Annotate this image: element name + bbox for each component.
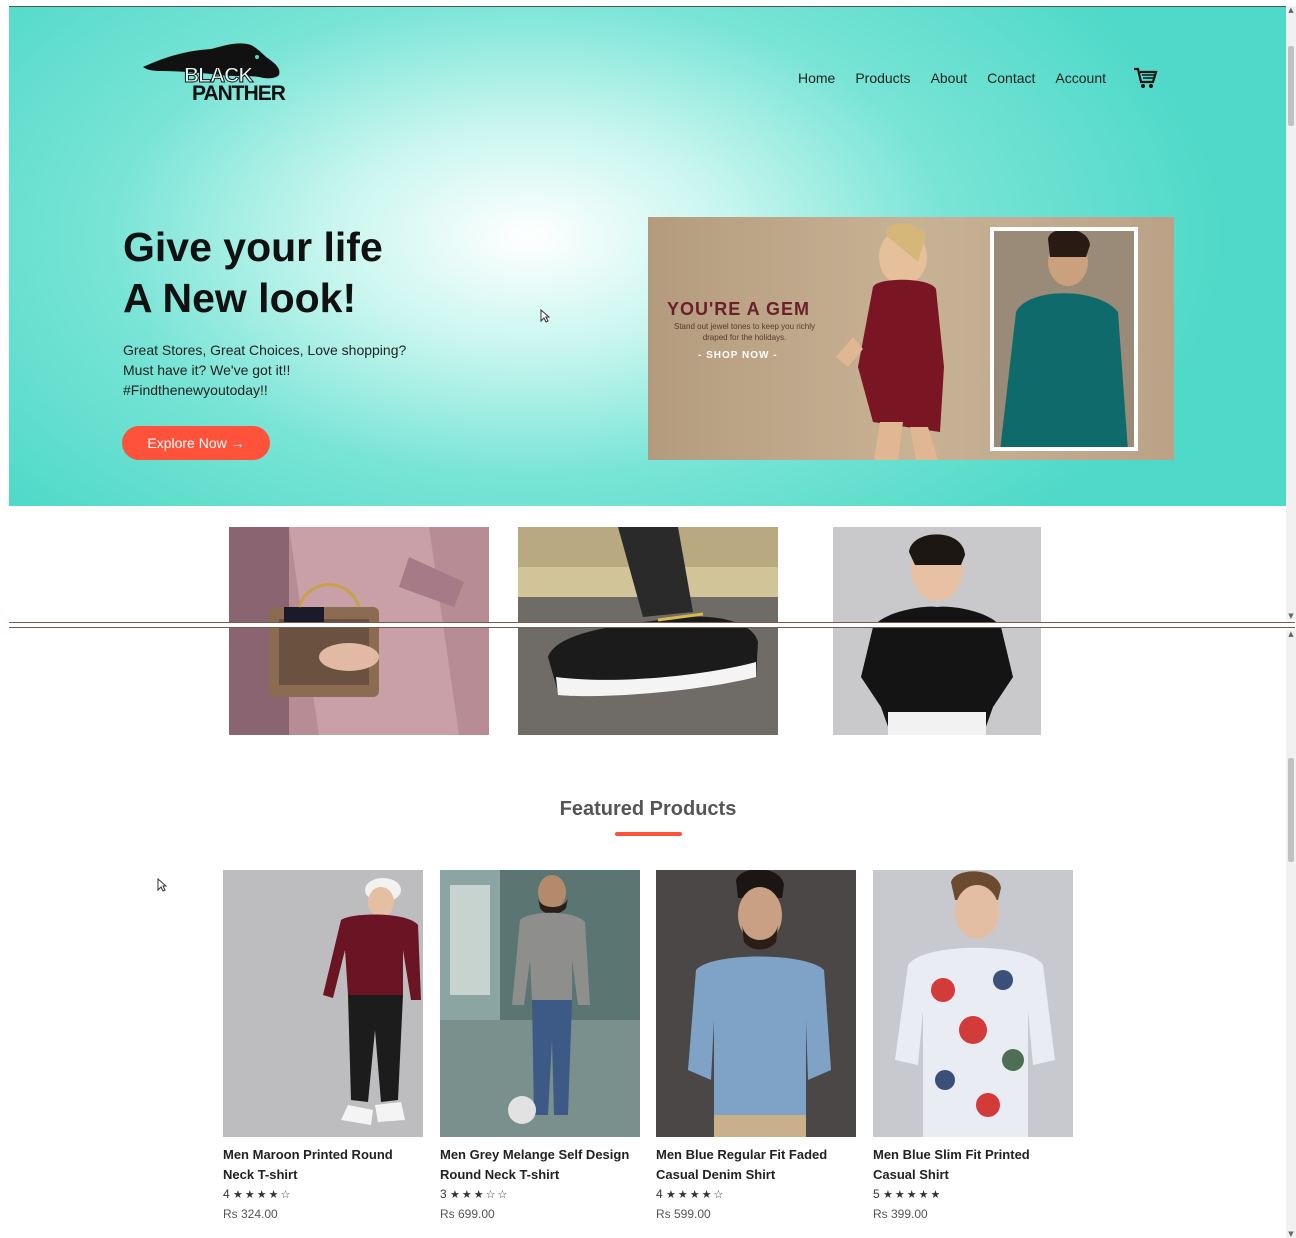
- main-nav: Home Products About Contact Account: [798, 65, 1158, 91]
- category-shirt[interactable]: [833, 527, 1041, 735]
- hero-section: BLACK PANTHER Home Products About Contac…: [9, 6, 1286, 506]
- star-rating-icon: ★★★★★: [883, 1189, 943, 1201]
- mouse-cursor-icon: [540, 309, 550, 323]
- product-name[interactable]: Men Grey Melange Self Design Round Neck …: [440, 1145, 640, 1185]
- product-name[interactable]: Men Blue Slim Fit Printed Casual Shirt: [873, 1145, 1073, 1185]
- rating-value: 4: [656, 1187, 663, 1201]
- mouse-cursor-icon: [157, 878, 167, 892]
- scroll-up-arrow-icon[interactable]: ▲: [1287, 6, 1295, 14]
- nav-contact[interactable]: Contact: [987, 70, 1035, 86]
- product-rating: 3 ★★★☆☆: [440, 1185, 640, 1204]
- vertical-scrollbar[interactable]: ▲ ▼: [1286, 630, 1296, 1238]
- product-name[interactable]: Men Maroon Printed Round Neck T-shirt: [223, 1145, 423, 1185]
- title-underline: [615, 832, 682, 836]
- banner-frame: [990, 227, 1138, 451]
- promo-banner[interactable]: YOU'RE A GEM Stand out jewel tones to ke…: [648, 217, 1174, 460]
- black-shirt-model-image: [833, 527, 1041, 735]
- scroll-down-arrow-icon[interactable]: ▼: [1287, 612, 1295, 620]
- viewport-seam: [9, 622, 1295, 628]
- hero-title: Give your life A New look!: [123, 222, 383, 324]
- banner-subtitle: Stand out jewel tones to keep you richly…: [674, 322, 815, 342]
- product-image[interactable]: [873, 870, 1073, 1137]
- hero-title-line-2: A New look!: [123, 275, 357, 321]
- denim-shirt-image: [656, 870, 856, 1137]
- vertical-scrollbar[interactable]: ▲ ▼: [1286, 6, 1296, 620]
- handbag-image: [229, 527, 489, 735]
- hero-text-line-1: Great Stores, Great Choices, Love shoppi…: [123, 342, 407, 358]
- product-price: Rs 324.00: [223, 1207, 278, 1221]
- product-image[interactable]: [223, 870, 423, 1137]
- scroll-down-arrow-icon[interactable]: ▼: [1287, 1230, 1295, 1238]
- product-card[interactable]: Men Blue Slim Fit Printed Casual Shirt 5…: [873, 870, 1073, 1224]
- banner-shop-now[interactable]: - SHOP NOW -: [698, 350, 778, 361]
- category-sneakers[interactable]: [518, 527, 778, 735]
- featured-products-title: Featured Products: [559, 798, 737, 820]
- scroll-up-arrow-icon[interactable]: ▲: [1287, 630, 1295, 638]
- printed-shirt-image: [873, 870, 1073, 1137]
- product-image[interactable]: [440, 870, 640, 1137]
- scrollbar-thumb[interactable]: [1288, 758, 1294, 862]
- cart-icon[interactable]: [1132, 65, 1158, 91]
- nav-about[interactable]: About: [931, 70, 968, 86]
- product-name[interactable]: Men Blue Regular Fit Faded Casual Denim …: [656, 1145, 856, 1185]
- page: BLACK PANTHER Home Products About Contac…: [0, 0, 1296, 1238]
- star-rating-icon: ★★★★☆: [666, 1189, 726, 1201]
- scrollbar-thumb[interactable]: [1288, 46, 1294, 126]
- category-handbag[interactable]: [229, 527, 489, 735]
- hero-text-line-2: Must have it? We've got it!!: [123, 362, 291, 378]
- hero-text-line-3: #Findthenewyoutoday!!: [123, 382, 268, 398]
- hero-title-line-1: Give your life: [123, 224, 383, 270]
- product-rating: 4 ★★★★☆: [223, 1185, 423, 1204]
- logo-wordmark: BLACK PANTHER: [184, 65, 286, 105]
- star-rating-icon: ★★★★☆: [233, 1189, 293, 1201]
- product-rating: 4 ★★★★☆: [656, 1185, 856, 1204]
- rating-value: 5: [873, 1187, 880, 1201]
- product-image[interactable]: [656, 870, 856, 1137]
- product-price: Rs 599.00: [656, 1207, 711, 1221]
- product-rating: 5 ★★★★★: [873, 1185, 1073, 1204]
- logo-line-2: PANTHER: [192, 82, 286, 105]
- nav-home[interactable]: Home: [798, 70, 835, 86]
- brand-logo[interactable]: BLACK PANTHER: [141, 37, 321, 117]
- product-card[interactable]: Men Blue Regular Fit Faded Casual Denim …: [656, 870, 856, 1224]
- product-card[interactable]: Men Grey Melange Self Design Round Neck …: [440, 870, 640, 1224]
- star-rating-icon: ★★★☆☆: [450, 1189, 510, 1201]
- product-card[interactable]: Men Maroon Printed Round Neck T-shirt 4 …: [223, 870, 423, 1224]
- nav-products[interactable]: Products: [855, 70, 910, 86]
- grey-tshirt-image: [440, 870, 640, 1137]
- product-price: Rs 699.00: [440, 1207, 495, 1221]
- product-price: Rs 399.00: [873, 1207, 928, 1221]
- rating-value: 3: [440, 1187, 447, 1201]
- sneakers-image: [518, 527, 778, 735]
- maroon-tshirt-image: [223, 870, 423, 1137]
- hero-description: Great Stores, Great Choices, Love shoppi…: [123, 340, 406, 400]
- banner-title: YOU'RE A GEM: [667, 299, 810, 319]
- nav-account[interactable]: Account: [1055, 70, 1106, 86]
- rating-value: 4: [223, 1187, 230, 1201]
- explore-now-button[interactable]: Explore Now →: [122, 426, 270, 460]
